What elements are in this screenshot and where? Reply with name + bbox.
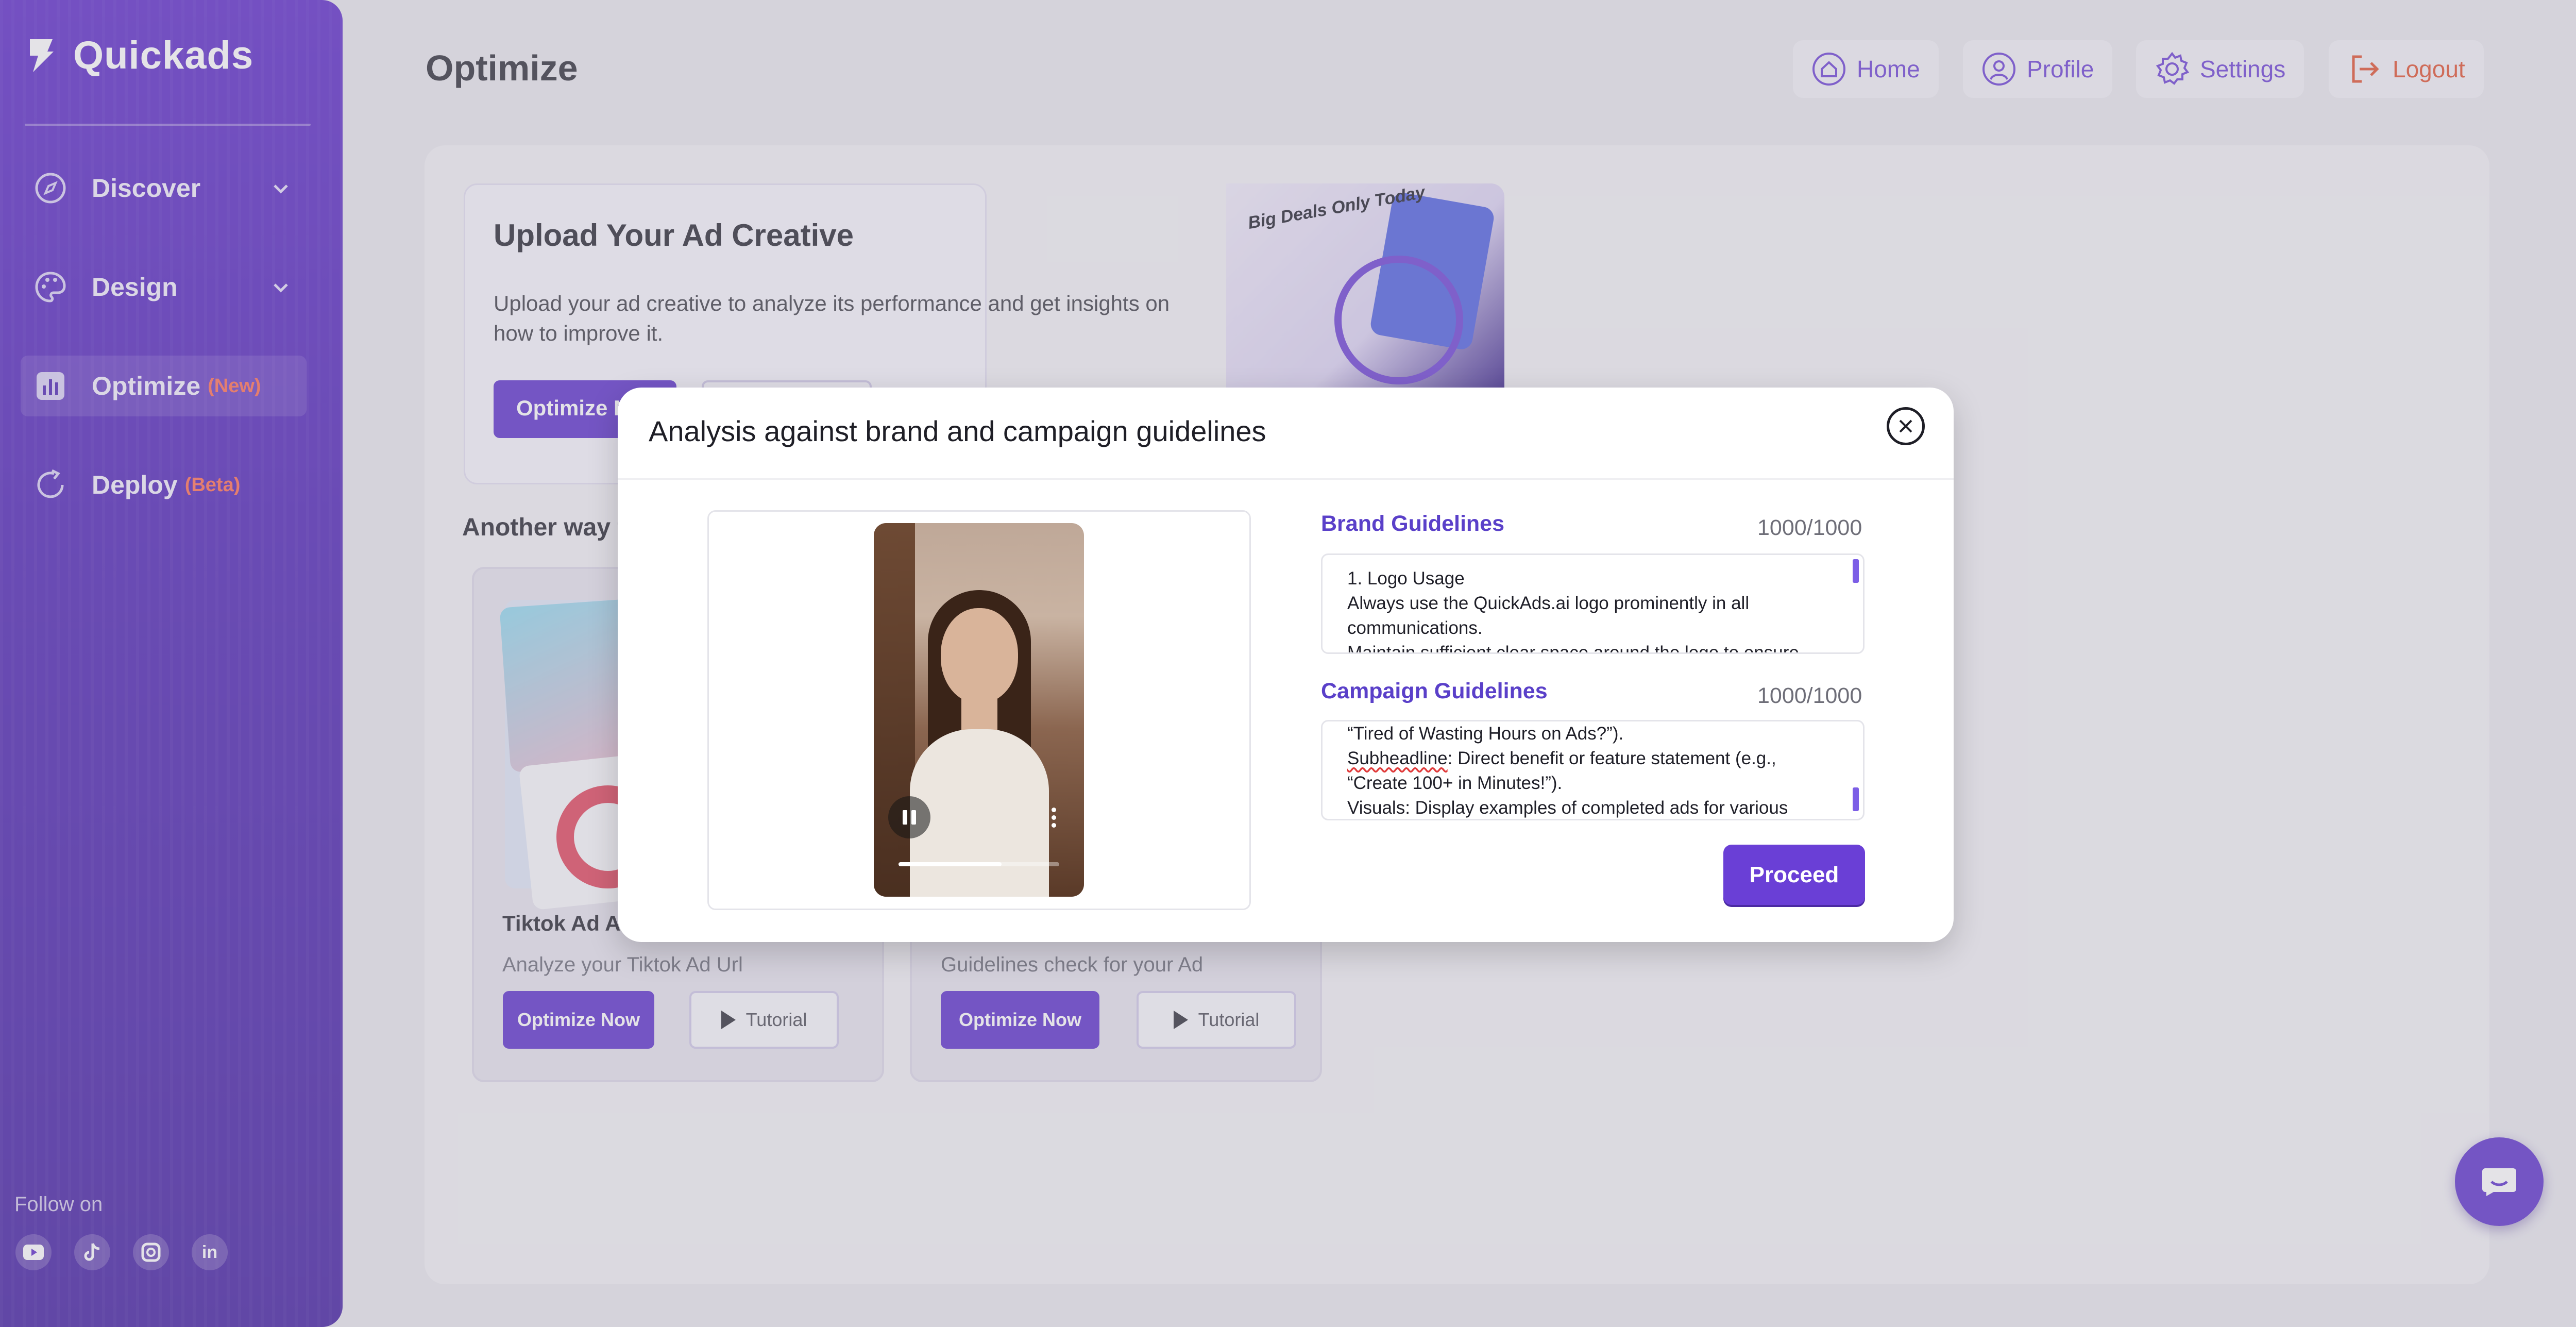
more-options-icon[interactable] <box>1052 808 1056 828</box>
campaign-guidelines-textarea[interactable]: “Tired of Wasting Hours on Ads?”). Subhe… <box>1321 720 1865 820</box>
pause-icon-bar <box>911 810 916 825</box>
guideline-line: Always use the QuickAds.ai logo prominen… <box>1347 593 1750 613</box>
scrollbar-thumb[interactable] <box>1853 787 1859 811</box>
guidelines-analysis-modal: Analysis against brand and campaign guid… <box>618 388 1954 942</box>
video-person-body <box>910 729 1049 897</box>
misspelled-word: Subheadline <box>1347 748 1448 768</box>
close-button[interactable] <box>1887 407 1925 445</box>
guideline-line: Subheadline: Direct benefit or feature s… <box>1347 746 1842 771</box>
video-progress-fill <box>899 862 1002 866</box>
guideline-line: “Create 100+ in Minutes!”). <box>1347 773 1563 793</box>
brand-char-count: 1000/1000 <box>1757 515 1862 540</box>
pause-icon-bar <box>903 810 907 825</box>
video-progress-bar[interactable] <box>899 862 1059 866</box>
brand-guidelines-label: Brand Guidelines <box>1321 511 1505 536</box>
brand-guidelines-textarea[interactable]: 1. Logo Usage Always use the QuickAds.ai… <box>1321 553 1865 654</box>
campaign-guidelines-label: Campaign Guidelines <box>1321 679 1548 703</box>
guideline-line: communications. <box>1347 618 1483 638</box>
guideline-line: Maintain sufficient clear space around t… <box>1347 643 1799 654</box>
modal-title: Analysis against brand and campaign guid… <box>649 415 1266 447</box>
video-person-face <box>941 608 1018 703</box>
video-background <box>874 523 915 897</box>
video-player[interactable] <box>874 523 1084 897</box>
guideline-text: : Direct benefit or feature statement (e… <box>1447 748 1776 768</box>
proceed-button[interactable]: Proceed <box>1723 845 1865 905</box>
modal-divider <box>618 478 1954 480</box>
pause-button[interactable] <box>888 796 930 838</box>
guideline-line: 1. Logo Usage <box>1347 568 1465 589</box>
guideline-line: “Tired of Wasting Hours on Ads?”). <box>1347 724 1624 744</box>
video-preview-frame <box>707 510 1251 910</box>
guideline-line: Visuals: Display examples of completed a… <box>1347 798 1788 818</box>
scrollbar-thumb[interactable] <box>1853 559 1859 583</box>
close-icon <box>1899 419 1912 433</box>
campaign-char-count: 1000/1000 <box>1757 683 1862 708</box>
